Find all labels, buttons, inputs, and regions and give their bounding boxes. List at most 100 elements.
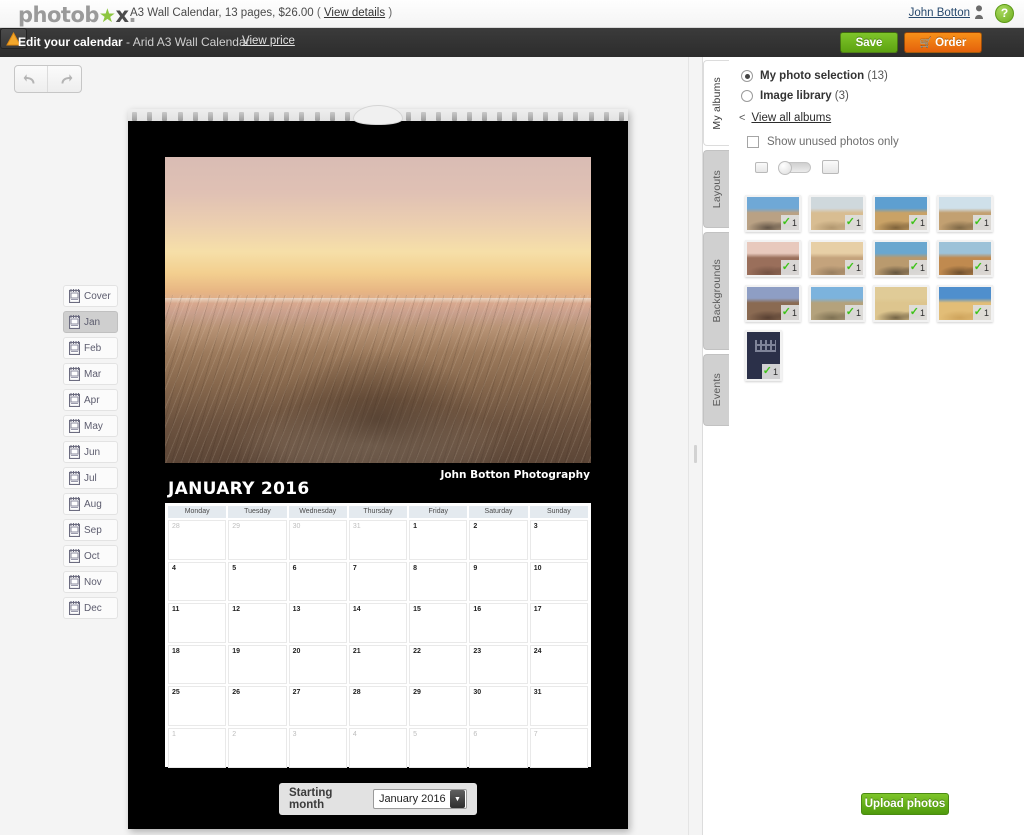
month-nav-item-nov[interactable]: Nov bbox=[63, 571, 118, 593]
calendar-day-cell[interactable]: 4 bbox=[168, 561, 227, 602]
help-button[interactable]: ? bbox=[995, 4, 1014, 23]
month-nav-item-feb[interactable]: Feb bbox=[63, 337, 118, 359]
calendar-day-cell[interactable]: 11 bbox=[168, 603, 227, 643]
tab-my-albums[interactable]: My albums bbox=[703, 60, 729, 146]
starting-month-select[interactable]: January 2016 ▼ bbox=[372, 789, 467, 809]
slider-knob[interactable] bbox=[778, 160, 792, 175]
calendar-day-cell[interactable]: 14 bbox=[348, 603, 408, 643]
show-unused-checkbox[interactable] bbox=[747, 136, 759, 148]
calendar-grid[interactable]: Monday Tuesday Wednesday Thursday Friday Satu… bbox=[165, 503, 591, 768]
large-thumbnail-icon[interactable] bbox=[822, 160, 839, 174]
month-nav-item-jul[interactable]: Jul bbox=[63, 467, 118, 489]
account-name-link[interactable]: John Botton bbox=[909, 7, 970, 19]
undo-button[interactable] bbox=[15, 66, 49, 92]
tab-layouts[interactable]: Layouts bbox=[703, 150, 729, 228]
source-option-image-library[interactable]: Image library (3) bbox=[741, 90, 1024, 102]
show-unused-row[interactable]: Show unused photos only bbox=[747, 136, 1024, 148]
upload-photos-button[interactable]: Upload photos bbox=[861, 793, 949, 815]
radio-my-photo-selection[interactable] bbox=[741, 70, 753, 82]
source-option-my-photo-selection[interactable]: My photo selection (13) bbox=[741, 70, 1024, 82]
calendar-day-cell[interactable]: 24 bbox=[529, 644, 588, 685]
month-nav-item-oct[interactable]: Oct bbox=[63, 545, 118, 567]
month-nav-item-dec[interactable]: Dec bbox=[63, 597, 118, 619]
calendar-day-cell[interactable]: 8 bbox=[409, 561, 468, 602]
month-nav-item-sep[interactable]: Sep bbox=[63, 519, 118, 541]
month-nav-item-aug[interactable]: Aug bbox=[63, 493, 118, 515]
calendar-day-cell[interactable]: 30 bbox=[469, 686, 528, 726]
calendar-day-cell[interactable]: 29 bbox=[409, 686, 468, 726]
month-nav-item-mar[interactable]: Mar bbox=[63, 363, 118, 385]
view-details-link[interactable]: View details bbox=[324, 7, 385, 19]
month-nav-item-jan[interactable]: Jan bbox=[63, 311, 118, 333]
calendar-day-cell[interactable]: 28 bbox=[168, 520, 227, 560]
view-price-link[interactable]: View price bbox=[242, 35, 295, 47]
redo-button[interactable] bbox=[48, 66, 81, 92]
photo-thumbnail[interactable]: ✓ 1 bbox=[809, 285, 865, 322]
photo-thumbnail[interactable]: ✓ 1 bbox=[937, 240, 993, 277]
order-button[interactable]: 🛒 Order bbox=[904, 32, 982, 53]
calendar-day-cell[interactable]: 7 bbox=[529, 727, 588, 768]
month-nav-item-apr[interactable]: Apr bbox=[63, 389, 118, 411]
save-button[interactable]: Save bbox=[840, 32, 898, 53]
photo-thumbnail[interactable]: ✓ 1 bbox=[745, 285, 801, 322]
month-nav-item-cover[interactable]: Cover bbox=[63, 285, 118, 307]
calendar-day-cell[interactable]: 17 bbox=[529, 603, 588, 643]
photobox-logo[interactable]: photob★x. bbox=[18, 3, 137, 27]
panel-splitter[interactable] bbox=[688, 57, 702, 835]
photo-thumbnail[interactable]: ✓ 1 bbox=[809, 195, 865, 232]
photo-thumbnail[interactable]: ✓ 1 bbox=[873, 240, 929, 277]
photo-thumbnail[interactable]: ✓ 1 bbox=[937, 195, 993, 232]
tab-backgrounds[interactable]: Backgrounds bbox=[703, 232, 729, 350]
calendar-day-cell[interactable]: 20 bbox=[288, 644, 347, 685]
calendar-day-cell[interactable]: 22 bbox=[409, 644, 468, 685]
photo-thumbnail[interactable]: ✓ 1 bbox=[745, 240, 801, 277]
calendar-day-cell[interactable]: 6 bbox=[288, 561, 347, 602]
calendar-day-cell[interactable]: 6 bbox=[469, 727, 528, 768]
calendar-day-cell[interactable]: 28 bbox=[348, 686, 408, 726]
month-nav-item-jun[interactable]: Jun bbox=[63, 441, 118, 463]
calendar-day-cell[interactable]: 5 bbox=[409, 727, 468, 768]
calendar-day-cell[interactable]: 4 bbox=[348, 727, 408, 768]
thumbnail-size-slider[interactable] bbox=[778, 160, 811, 175]
month-nav-item-may[interactable]: May bbox=[63, 415, 118, 437]
calendar-photo[interactable] bbox=[165, 157, 591, 463]
calendar-preview[interactable]: John Botton Photography JANUARY 2016 Mon… bbox=[128, 105, 628, 829]
calendar-day-cell[interactable]: 27 bbox=[288, 686, 347, 726]
calendar-day-cell[interactable]: 18 bbox=[168, 644, 227, 685]
calendar-day-cell[interactable]: 19 bbox=[228, 644, 287, 685]
calendar-month-title[interactable]: JANUARY 2016 bbox=[168, 479, 309, 499]
photo-thumbnail[interactable]: ✓ 1 bbox=[745, 330, 782, 381]
calendar-day-cell[interactable]: 2 bbox=[469, 520, 528, 560]
calendar-day-cell[interactable]: 12 bbox=[228, 603, 287, 643]
calendar-day-cell[interactable]: 29 bbox=[228, 520, 287, 560]
view-all-albums-link[interactable]: View all albums bbox=[751, 112, 831, 124]
photo-thumbnail[interactable]: ✓ 1 bbox=[937, 285, 993, 322]
calendar-day-cell[interactable]: 26 bbox=[228, 686, 287, 726]
calendar-day-cell[interactable]: 10 bbox=[529, 561, 588, 602]
back-chevron-icon[interactable]: < bbox=[739, 112, 745, 124]
calendar-day-cell[interactable]: 3 bbox=[529, 520, 588, 560]
calendar-day-cell[interactable]: 15 bbox=[409, 603, 468, 643]
photo-thumbnail[interactable]: ✓ 1 bbox=[745, 195, 801, 232]
photo-credit-text[interactable]: John Botton Photography bbox=[440, 469, 590, 481]
calendar-day-cell[interactable]: 31 bbox=[529, 686, 588, 726]
calendar-day-cell[interactable]: 1 bbox=[409, 520, 468, 560]
calendar-day-cell[interactable]: 7 bbox=[348, 561, 408, 602]
calendar-day-cell[interactable]: 13 bbox=[288, 603, 347, 643]
photo-thumbnail[interactable]: ✓ 1 bbox=[809, 240, 865, 277]
photo-thumbnail[interactable]: ✓ 1 bbox=[873, 195, 929, 232]
splitter-grip[interactable] bbox=[694, 445, 697, 463]
small-thumbnail-icon[interactable] bbox=[755, 161, 768, 173]
calendar-day-cell[interactable]: 25 bbox=[168, 686, 227, 726]
radio-image-library[interactable] bbox=[741, 90, 753, 102]
calendar-day-cell[interactable]: 31 bbox=[348, 520, 408, 560]
calendar-day-cell[interactable]: 9 bbox=[469, 561, 528, 602]
calendar-day-cell[interactable]: 16 bbox=[469, 603, 528, 643]
calendar-day-cell[interactable]: 21 bbox=[348, 644, 408, 685]
calendar-day-cell[interactable]: 5 bbox=[228, 561, 287, 602]
tab-events[interactable]: Events bbox=[703, 354, 729, 426]
calendar-day-cell[interactable]: 30 bbox=[288, 520, 347, 560]
calendar-day-cell[interactable]: 1 bbox=[168, 727, 227, 768]
photo-thumbnail[interactable]: ✓ 1 bbox=[873, 285, 929, 322]
calendar-day-cell[interactable]: 23 bbox=[469, 644, 528, 685]
